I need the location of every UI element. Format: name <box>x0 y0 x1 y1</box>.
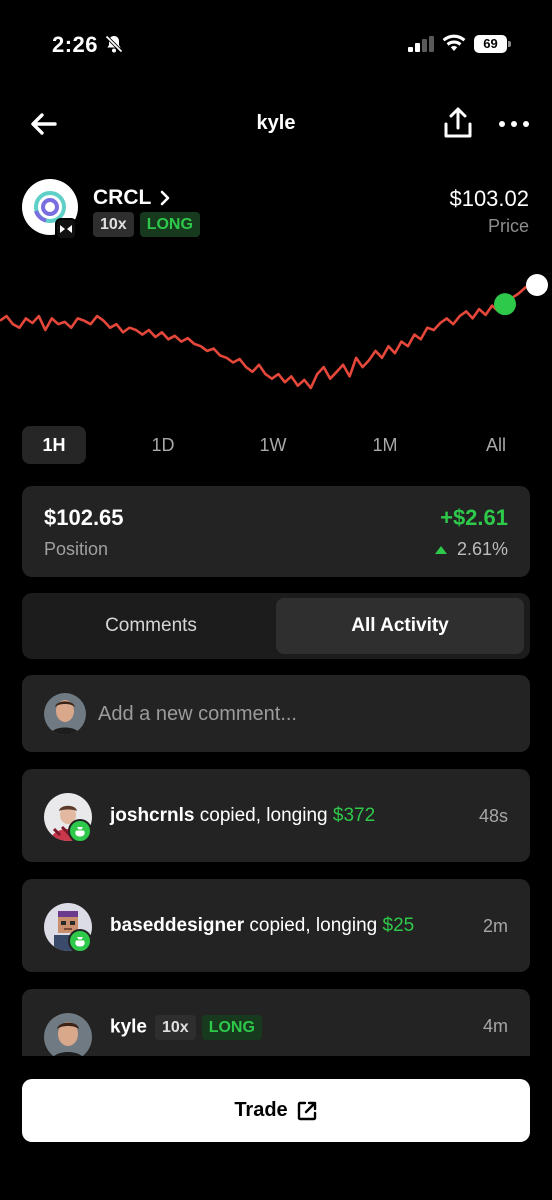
range-tab-1m[interactable]: 1M <box>353 426 417 464</box>
tab-comments[interactable]: Comments <box>28 598 274 654</box>
direction-badge: LONG <box>201 1015 262 1040</box>
cellular-signal-icon <box>408 36 434 52</box>
activity-text: joshcrnls copied, longing $372 <box>110 805 375 827</box>
status-time: 2:26 <box>52 32 99 57</box>
price-chart[interactable] <box>0 250 552 420</box>
position-value: $102.65 <box>44 505 124 530</box>
direction-badge: LONG <box>139 212 200 237</box>
feed-segmented-control: Comments All Activity <box>22 593 530 659</box>
battery-icon: 69 <box>474 35 512 53</box>
price-series-line <box>0 283 539 390</box>
trade-button[interactable]: Trade <box>22 1079 530 1142</box>
wifi-icon <box>442 34 466 51</box>
activity-action: copied, longing <box>244 915 383 936</box>
activity-text: kyle 10x LONG <box>110 1015 262 1040</box>
status-bar: 2:26 69 <box>0 0 552 90</box>
activity-username[interactable]: kyle <box>110 1017 147 1038</box>
activity-amount: $25 <box>382 915 415 936</box>
activity-item[interactable]: joshcrnls copied, longing $372 48s <box>22 769 530 862</box>
leverage-badge: 10x <box>154 1015 196 1040</box>
tab-all-activity[interactable]: All Activity <box>276 598 524 654</box>
ticker-symbol-link[interactable]: CRCL <box>93 186 171 210</box>
activity-item[interactable]: baseddesigner copied, longing $25 2m <box>22 879 530 972</box>
activity-time: 2m <box>482 916 508 936</box>
range-tab-all[interactable]: All <box>464 426 528 464</box>
range-tab-1h[interactable]: 1H <box>22 426 86 464</box>
activity-username[interactable]: joshcrnls <box>110 805 194 826</box>
position-pnl-percent: 2.61% <box>434 539 508 560</box>
battery-level: 69 <box>483 36 498 51</box>
trade-button-label: Trade <box>234 1099 288 1121</box>
time-range-selector: 1H 1D 1W 1M All <box>22 426 530 464</box>
activity-time: 4m <box>482 1016 508 1036</box>
money-bag-icon <box>68 929 92 953</box>
chart-cursor-handle[interactable] <box>526 274 548 296</box>
ticker-symbol: CRCL <box>93 186 152 209</box>
activity-text: baseddesigner copied, longing $25 <box>110 915 414 937</box>
pnl-percent-text: 2.61% <box>456 539 508 559</box>
bell-off-icon <box>105 35 123 53</box>
platform-badge-icon <box>55 218 77 240</box>
position-label: Position <box>44 539 109 559</box>
leverage-badge: 10x <box>93 212 134 237</box>
activity-username[interactable]: baseddesigner <box>110 915 244 936</box>
avatar[interactable] <box>44 1013 92 1061</box>
comment-composer[interactable] <box>22 675 530 752</box>
price-value: $103.02 <box>449 186 529 211</box>
range-tab-1w[interactable]: 1W <box>241 426 305 464</box>
external-link-icon <box>297 1101 316 1120</box>
money-bag-icon <box>68 819 92 843</box>
price-label: Price <box>487 216 529 236</box>
comment-input[interactable] <box>98 699 498 729</box>
share-icon[interactable] <box>442 106 474 140</box>
activity-action: copied, longing <box>194 805 333 826</box>
position-card: $102.65 Position +$2.61 2.61% <box>22 486 530 577</box>
more-dots-icon[interactable] <box>497 112 531 136</box>
position-pnl: +$2.61 <box>440 505 508 530</box>
avatar <box>44 693 86 735</box>
current-price-marker <box>494 293 516 316</box>
ticker-tags: 10x LONG <box>93 212 200 237</box>
range-tab-1d[interactable]: 1D <box>131 426 195 464</box>
triangle-up-icon <box>434 545 447 554</box>
activity-time: 48s <box>478 806 508 826</box>
chevron-right-icon <box>161 190 170 206</box>
activity-amount: $372 <box>332 805 376 826</box>
